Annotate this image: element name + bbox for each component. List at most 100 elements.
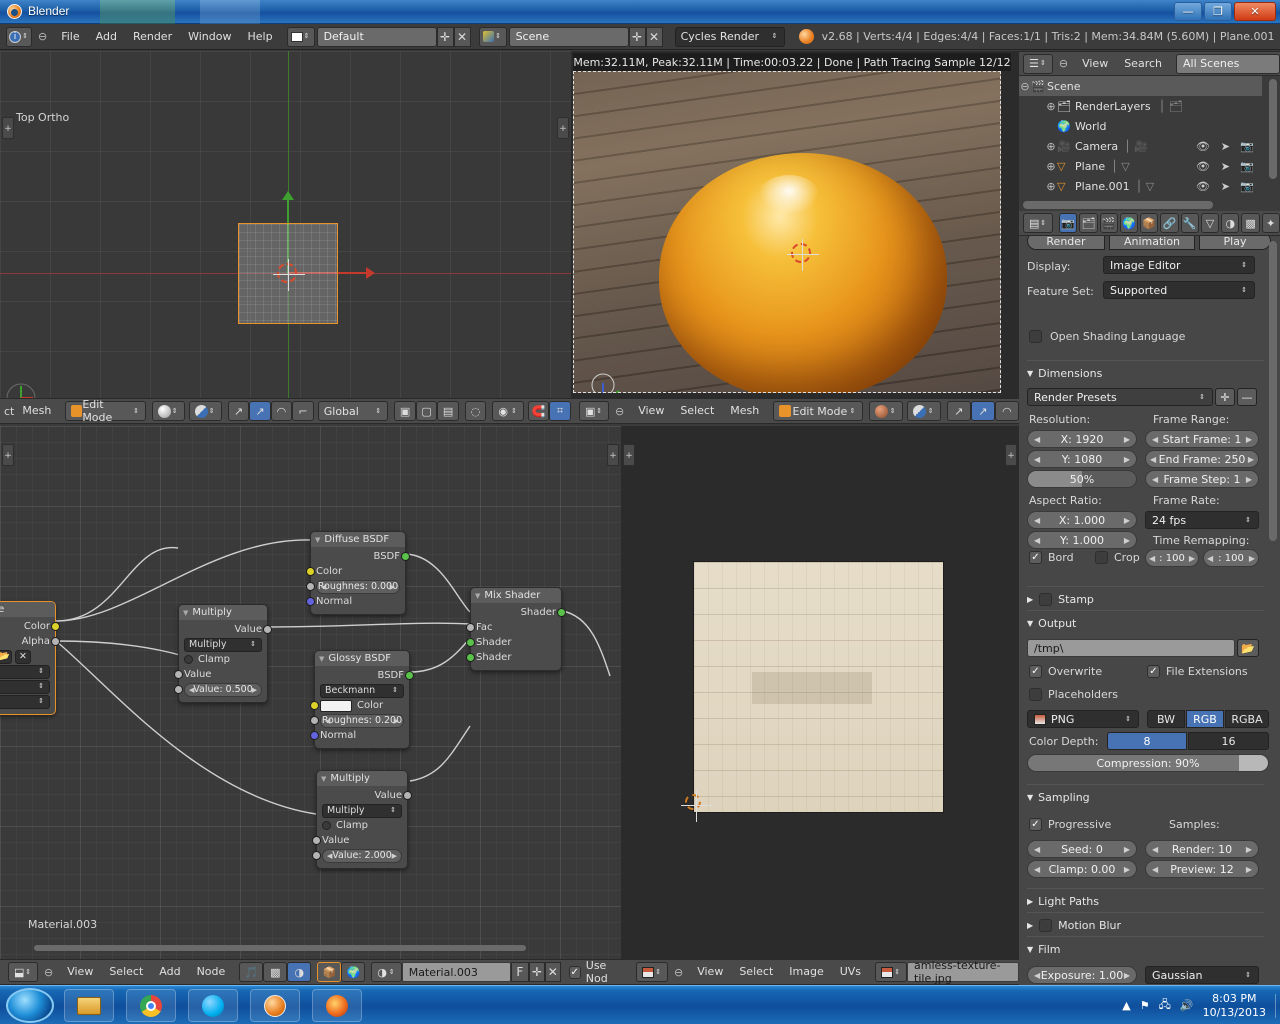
menu-file[interactable]: File	[53, 24, 87, 50]
osl-checkbox[interactable]	[1029, 330, 1042, 343]
file-format-dropdown[interactable]: PNG⇕	[1027, 710, 1139, 728]
output-section-header[interactable]: ▼ Output	[1027, 610, 1264, 630]
osl-row[interactable]: Open Shading Language	[1029, 330, 1185, 343]
data-tab[interactable]: ▽	[1201, 213, 1219, 233]
node-image-source-dropdown[interactable]: ⇕	[0, 665, 50, 679]
outliner-row-scene[interactable]: ⊖ 🎬 Scene	[1019, 76, 1262, 96]
socket-normal-in-glossy[interactable]	[310, 731, 319, 740]
node-multiply-bottom-clamp-checkbox[interactable]	[322, 821, 331, 830]
node-menu-add[interactable]: Add	[151, 959, 188, 985]
node-collapse-icon[interactable]: ▼	[321, 775, 326, 783]
node-glossy-color-row[interactable]: Color	[320, 698, 404, 713]
node-mix-shader2-row[interactable]: Shader	[476, 650, 556, 665]
outliner-row-world[interactable]: 🌍 World	[1019, 116, 1262, 136]
socket-roughness-in-glossy[interactable]	[310, 716, 319, 725]
collapse-menu-icon[interactable]: ⊖	[38, 30, 47, 43]
maximize-button[interactable]: ❐	[1204, 2, 1232, 21]
node-diffuse-bsdf[interactable]: ▼ Diffuse BSDF BSDF Color ◀ Roughnes: 0.…	[310, 531, 406, 615]
node-collapse-menu-icon[interactable]: ⊖	[44, 966, 53, 979]
preview-samples-field[interactable]: ◀Preview: 12▶	[1145, 860, 1259, 878]
material-new-button[interactable]: ✛	[529, 962, 545, 982]
resolution-y-field[interactable]: ◀Y: 1080▶	[1027, 450, 1137, 468]
socket-shader-out[interactable]	[557, 608, 566, 617]
node-toolshelf-expand-button[interactable]: +	[2, 444, 14, 466]
node-multiply-bottom-output[interactable]: Value	[322, 788, 402, 803]
pixel-filter-dropdown[interactable]: Gaussian⇕	[1145, 966, 1259, 984]
socket-alpha-out[interactable]	[51, 637, 60, 646]
menu-add[interactable]: Add	[88, 24, 125, 50]
render-animation-button[interactable]: Animation	[1109, 236, 1195, 250]
show-hidden-icons-button[interactable]: ▲	[1122, 999, 1130, 1012]
node-mix-shader-header[interactable]: ▼ Mix Shader	[471, 588, 561, 603]
snap-target-left[interactable]: ⌗	[549, 401, 571, 421]
node-multiply-top-value-in[interactable]: Value	[184, 667, 262, 682]
selectable-cursor-icon[interactable]: ➤	[1221, 140, 1230, 153]
editor-type-node-icon[interactable]: ⬓⇕	[8, 962, 38, 982]
add-preset-button[interactable]: ✛	[1215, 388, 1235, 406]
render-result-pane[interactable]: Mem:32.11M, Peak:32.11M | Time:00:03.22 …	[571, 51, 1019, 398]
visibility-eye-icon[interactable]: 👁	[1196, 140, 1210, 153]
color-depth-8-button[interactable]: 8	[1107, 732, 1187, 750]
render-presets-dropdown[interactable]: Render Presets⇕	[1027, 388, 1213, 406]
aspect-y-field[interactable]: ◀Y: 1.000▶	[1027, 531, 1137, 549]
pivot-point-dropdown-right[interactable]: ⇕	[907, 401, 941, 421]
manipulator-toggle-right[interactable]: ↗	[947, 401, 971, 421]
socket-value-in-2[interactable]	[174, 685, 183, 694]
socket-bsdf-out[interactable]	[401, 552, 410, 561]
manipulator-toggle-left[interactable]: ↗	[228, 401, 250, 421]
material-fake-user-button[interactable]: F	[511, 962, 530, 982]
output-path-browse-icon[interactable]: 📂	[1237, 639, 1259, 657]
node-multiply-top-output[interactable]: Value	[184, 622, 262, 637]
socket-normal-in[interactable]	[306, 597, 315, 606]
node-diffuse-roughness-field[interactable]: ◀ Roughnes: 0.000 ▶	[316, 580, 400, 594]
object-tab[interactable]: 📦	[1140, 213, 1158, 233]
particles-tab[interactable]: ✦	[1262, 213, 1280, 233]
outliner-collapse-menu-icon[interactable]: ⊖	[1059, 57, 1068, 70]
expand-icon[interactable]: ⊕	[1045, 180, 1057, 193]
socket-value-in-b1[interactable]	[312, 836, 321, 845]
node-mix-shader1-row[interactable]: Shader	[476, 635, 556, 650]
renderable-camera-icon[interactable]: 📷	[1240, 160, 1254, 173]
node-multiply-bottom-value-field-row[interactable]: ◀ Value: 2.000 ▶	[322, 848, 402, 863]
socket-fac-in[interactable]	[466, 623, 475, 632]
material-tab[interactable]: ◑	[1221, 213, 1239, 233]
skype-icon[interactable]	[188, 989, 238, 1022]
file-extensions-checkbox[interactable]: ✓	[1147, 665, 1160, 678]
outliner-menu-search[interactable]: Search	[1116, 51, 1170, 77]
layer-visibility-3-left[interactable]: ▤	[437, 401, 459, 421]
mode-dropdown-right[interactable]: Edit Mode ⇕	[773, 401, 862, 421]
proportional-edit-left[interactable]: ◌	[465, 401, 487, 421]
time-remap-old-field[interactable]: ◀: 100▶	[1145, 549, 1199, 567]
node-glossy-roughness-row[interactable]: ◀ Roughnes: 0.200 ▶	[320, 713, 404, 728]
node-multiply-top-clamp-row[interactable]: Clamp	[184, 652, 262, 667]
node-multiply-top-header[interactable]: ▼ Multiply	[179, 605, 267, 620]
explorer-icon[interactable]	[64, 989, 114, 1022]
render-engine-dropdown[interactable]: Cycles Render ⇕	[675, 27, 785, 47]
placeholders-row[interactable]: Placeholders	[1029, 688, 1118, 701]
output-path-input[interactable]: /tmp\	[1027, 639, 1235, 657]
snap-element-left[interactable]: ◉⇕	[492, 401, 524, 421]
end-frame-field[interactable]: ◀End Frame: 250▶	[1145, 450, 1259, 468]
node-collapse-icon[interactable]: ▼	[319, 655, 324, 663]
node-output-alpha[interactable]: Alpha	[0, 634, 50, 649]
image-name-input[interactable]: amless-texture-tile.jpg	[907, 962, 1019, 982]
texture-tab[interactable]: ▩	[1241, 213, 1259, 233]
uv-toolshelf-expand-button[interactable]: +	[623, 444, 635, 466]
properties-pane[interactable]: ▤⇕ 📷 🗂 🎬 🌍 📦 🔗 🔧 ▽ ◑ ▩ ✦ Render Animatio…	[1019, 211, 1280, 985]
node-glossy-output[interactable]: BSDF	[320, 668, 404, 683]
image-menu-view[interactable]: View	[689, 959, 731, 985]
shader-nodes-tab[interactable]: 🎵	[239, 962, 263, 982]
clamp-field[interactable]: ◀Clamp: 0.00▶	[1027, 860, 1137, 878]
menu-view-right[interactable]: View	[630, 398, 672, 424]
socket-shader-in-1[interactable]	[466, 638, 475, 647]
socket-roughness-in[interactable]	[306, 582, 315, 591]
rotate-manipulator-right[interactable]: ◠	[995, 401, 1019, 421]
close-button[interactable]: ✕	[1234, 2, 1276, 21]
outliner-horizontal-scrollbar[interactable]	[1023, 201, 1213, 209]
progressive-row[interactable]: ✓ Progressive	[1029, 818, 1111, 831]
frame-step-field[interactable]: ◀Frame Step: 1▶	[1145, 470, 1259, 488]
socket-value-in-b2[interactable]	[312, 851, 321, 860]
render-image-button[interactable]: Render	[1027, 236, 1105, 250]
properties-region-expand-button[interactable]: +	[557, 117, 569, 139]
display-dropdown[interactable]: Image Editor⇕	[1103, 256, 1255, 274]
